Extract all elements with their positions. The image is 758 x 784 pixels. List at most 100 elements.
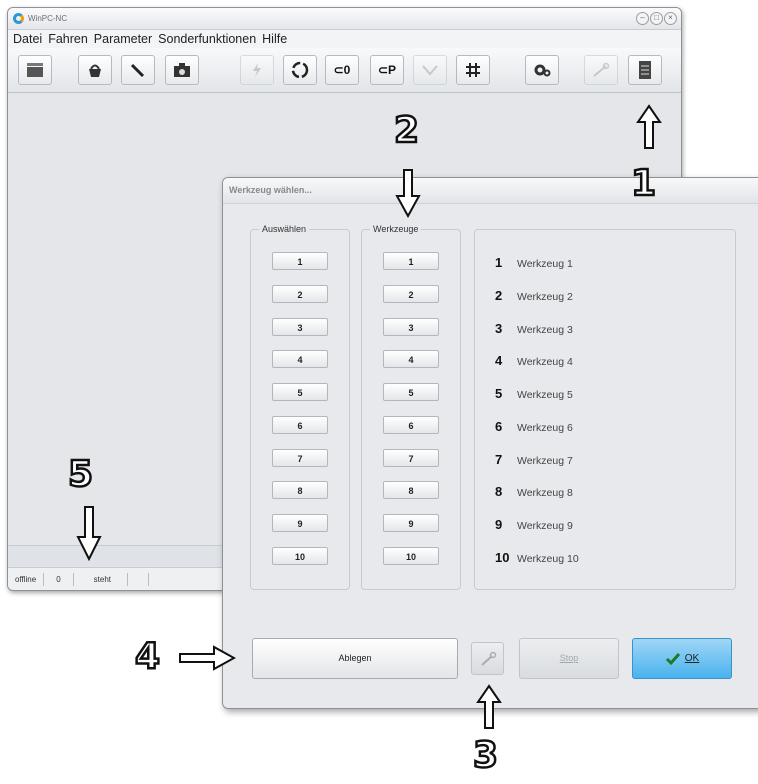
tool-list-item: 3 Werkzeug 3 [495, 321, 573, 336]
annotation-arrow-1 [636, 104, 662, 149]
select-button-6[interactable]: 6 [272, 416, 328, 434]
tool-name: Werkzeug 2 [517, 291, 573, 303]
status-empty [128, 573, 149, 586]
close-button[interactable]: × [664, 12, 677, 25]
measure-button[interactable] [413, 55, 447, 85]
film-icon [27, 63, 43, 77]
grid-button[interactable] [456, 55, 490, 85]
tool-magazine-button[interactable] [628, 55, 662, 85]
tool-name: Werkzeug 10 [517, 553, 579, 565]
select-group: Auswählen 1 2 3 4 5 6 7 8 9 10 [250, 224, 350, 590]
tool-list-item: 9 Werkzeug 9 [495, 517, 573, 532]
annotation-arrow-4 [179, 645, 236, 671]
menu-bar: Datei Fahren Parameter Sonderfunktionen … [8, 30, 681, 48]
tool-list: 1 Werkzeug 1 2 Werkzeug 2 3 Werkzeug 3 4 Wer… [474, 229, 736, 590]
annotation-arrow-3 [476, 684, 502, 729]
camera-button[interactable] [165, 55, 199, 85]
select-button-8[interactable]: 8 [272, 481, 328, 499]
brush-icon [130, 63, 145, 78]
lightning-icon [253, 63, 261, 77]
set-zero-button[interactable]: ⊂0 [325, 55, 359, 85]
select-button-5[interactable]: 5 [272, 383, 328, 401]
tool-list-item: 5 Werkzeug 5 [495, 386, 573, 401]
set-zero-icon: ⊂0 [333, 63, 351, 77]
tool-button-10[interactable]: 10 [383, 547, 439, 565]
select-button-3[interactable]: 3 [272, 318, 328, 336]
tool-button-2[interactable]: 2 [383, 285, 439, 303]
ok-button[interactable]: OK [632, 638, 732, 679]
select-button-7[interactable]: 7 [272, 449, 328, 467]
tool-list-item: 8 Werkzeug 8 [495, 484, 573, 499]
annotation-4: 4 [134, 636, 162, 677]
brush-button[interactable] [121, 55, 155, 85]
annotation-5: 5 [67, 454, 95, 495]
tool-list-item: 4 Werkzeug 4 [495, 353, 573, 368]
wrench-button[interactable] [471, 642, 504, 675]
measure-icon [422, 65, 438, 76]
annotation-arrow-5 [76, 506, 102, 561]
refresh-button[interactable] [283, 55, 317, 85]
tool-list-item: 6 Werkzeug 6 [495, 419, 573, 434]
tool-list-item: 1 Werkzeug 1 [495, 255, 573, 270]
wrench-icon [480, 651, 496, 666]
basket-button[interactable] [78, 55, 112, 85]
menu-parameter[interactable]: Parameter [94, 32, 152, 46]
menu-datei[interactable]: Datei [13, 32, 42, 46]
basket-icon [89, 64, 101, 77]
tool-button-8[interactable]: 8 [383, 481, 439, 499]
menu-fahren[interactable]: Fahren [48, 32, 88, 46]
select-button-1[interactable]: 1 [272, 252, 328, 270]
tool-magazine-icon [639, 61, 651, 79]
tools-group: Werkzeuge 1 2 3 4 5 6 7 8 9 10 [361, 224, 461, 590]
select-button-4[interactable]: 4 [272, 350, 328, 368]
tool-list-item: 10 Werkzeug 10 [495, 550, 579, 565]
set-park-button[interactable]: ⊂P [370, 55, 404, 85]
minimize-button[interactable]: – [636, 12, 649, 25]
select-button-9[interactable]: 9 [272, 514, 328, 532]
film-button[interactable] [18, 55, 52, 85]
tool-button-5[interactable]: 5 [383, 383, 439, 401]
tool-number: 3 [495, 321, 503, 336]
ok-label: OK [684, 653, 700, 664]
tool-name: Werkzeug 4 [517, 356, 573, 368]
drop-tool-button[interactable]: Ablegen [252, 638, 458, 679]
set-park-icon: ⊂P [377, 63, 397, 77]
tool-name: Werkzeug 5 [517, 389, 573, 401]
gears-icon [534, 64, 551, 77]
tool-name: Werkzeug 9 [517, 520, 573, 532]
tool-number: 9 [495, 517, 503, 532]
status-state: steht [74, 573, 128, 586]
tool-button-7[interactable]: 7 [383, 449, 439, 467]
tool-number: 2 [495, 288, 503, 303]
tool-button-6[interactable]: 6 [383, 416, 439, 434]
stop-button[interactable]: Stop [519, 638, 619, 679]
tool-name: Werkzeug 6 [517, 422, 573, 434]
wrench-button[interactable] [584, 55, 618, 85]
menu-hilfe[interactable]: Hilfe [262, 32, 287, 46]
tool-select-dialog: Werkzeug wählen... Auswählen 1 2 3 4 5 6… [222, 177, 758, 709]
grid-icon [466, 63, 480, 77]
tool-list-item: 2 Werkzeug 2 [495, 288, 573, 303]
tool-list-item: 7 Werkzeug 7 [495, 452, 573, 467]
checkmark-icon [665, 652, 680, 665]
tool-number: 6 [495, 419, 503, 434]
tool-number: 4 [495, 353, 503, 368]
camera-icon [174, 63, 190, 77]
wrench-icon [593, 62, 610, 77]
tool-button-4[interactable]: 4 [383, 350, 439, 368]
lightning-button[interactable] [240, 55, 274, 85]
gears-button[interactable] [525, 55, 559, 85]
tool-button-3[interactable]: 3 [383, 318, 439, 336]
tool-button-9[interactable]: 9 [383, 514, 439, 532]
select-button-10[interactable]: 10 [272, 547, 328, 565]
annotation-3: 3 [472, 735, 500, 776]
maximize-button[interactable]: □ [650, 12, 663, 25]
tools-group-label: Werkzeuge [370, 224, 422, 234]
tool-number: 5 [495, 386, 503, 401]
menu-sonderfunktionen[interactable]: Sonderfunktionen [158, 32, 256, 46]
tool-number: 7 [495, 452, 503, 467]
select-button-2[interactable]: 2 [272, 285, 328, 303]
tool-button-1[interactable]: 1 [383, 252, 439, 270]
status-counter: 0 [44, 573, 74, 586]
tool-name: Werkzeug 1 [517, 258, 573, 270]
